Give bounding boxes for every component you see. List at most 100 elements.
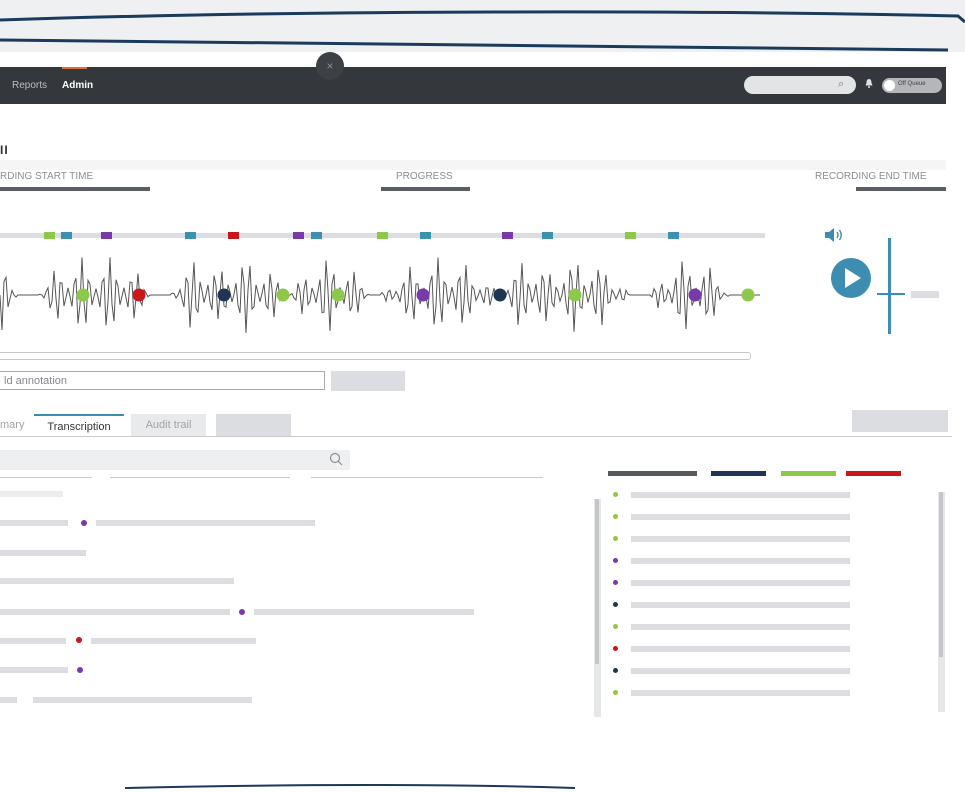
annotation-tag-green[interactable] (44, 232, 55, 239)
toolbar-action-placeholder[interactable] (852, 410, 948, 432)
annotation-list-item[interactable] (631, 668, 850, 674)
annotation-list-item[interactable] (631, 536, 850, 542)
volume-value-placeholder (911, 291, 939, 298)
transcript-column-header (311, 477, 543, 478)
audio-waveform[interactable] (0, 240, 765, 340)
annotation-tag-red[interactable] (228, 232, 239, 239)
annotation-tag-purple[interactable] (293, 232, 304, 239)
transcript-line (33, 697, 252, 703)
waveform-marker-navy[interactable] (493, 288, 507, 302)
legend-swatch[interactable] (846, 471, 901, 476)
waveform-marker-green[interactable] (568, 288, 582, 302)
close-icon[interactable]: × (316, 52, 344, 80)
annotation-list-marker[interactable] (613, 514, 618, 519)
tab-transcription[interactable]: Transcription (34, 414, 124, 436)
transcript-marker[interactable] (77, 667, 83, 673)
waveform-marker-green[interactable] (276, 288, 290, 302)
annotation-tag-green[interactable] (625, 232, 636, 239)
recording-end-label: RECORDING END TIME (815, 171, 927, 182)
transcript-line (254, 609, 474, 615)
recording-start-value-bar (0, 187, 150, 191)
nav-item-reports[interactable]: Reports (12, 80, 47, 91)
annotation-list-item[interactable] (631, 492, 850, 498)
annotation-list-item[interactable] (631, 624, 850, 630)
volume-slider-track[interactable] (888, 238, 891, 334)
active-tab-indicator (62, 67, 87, 69)
transcript-marker[interactable] (239, 609, 245, 615)
annotation-tag-purple[interactable] (101, 232, 112, 239)
annotation-list-item[interactable] (631, 580, 850, 586)
volume-slider-handle[interactable] (877, 293, 905, 295)
transcript-marker[interactable] (81, 520, 87, 526)
bell-icon[interactable] (865, 79, 873, 88)
annotation-tag-teal[interactable] (668, 232, 679, 239)
search-icon[interactable] (329, 452, 343, 466)
progress-label: PROGRESS (396, 171, 453, 182)
header-band (0, 160, 946, 170)
transcript-line (96, 520, 315, 526)
transcript-column-header (110, 477, 290, 478)
annotation-list-item[interactable] (631, 602, 850, 608)
window-frame-curve (0, 10, 965, 52)
tab-audit-trail[interactable]: Audit trail (131, 414, 206, 436)
nav-item-admin[interactable]: Admin (62, 80, 93, 91)
tab-summary[interactable]: mary (0, 414, 30, 436)
annotation-tag-teal[interactable] (61, 232, 72, 239)
annotation-tag-teal[interactable] (542, 232, 553, 239)
transcript-line (0, 638, 66, 644)
add-annotation-button[interactable] (331, 371, 405, 391)
waveform-marker-purple[interactable] (416, 288, 430, 302)
annotation-list-marker[interactable] (613, 690, 618, 695)
annotation-list-item[interactable] (631, 646, 850, 652)
transcript-line (0, 667, 68, 673)
recording-end-value-bar (856, 187, 946, 191)
annotation-list-marker[interactable] (613, 580, 618, 585)
waveform-marker-green[interactable] (76, 288, 90, 302)
playback-scrubber[interactable] (0, 352, 751, 360)
search-icon[interactable]: ⌕ (838, 78, 844, 91)
transcript-line (0, 550, 86, 556)
annotation-tag-teal[interactable] (311, 232, 322, 239)
annotation-list-item[interactable] (631, 514, 850, 520)
transcript-line (0, 697, 17, 703)
annotation-list-marker[interactable] (613, 668, 618, 673)
annotation-tag-teal[interactable] (420, 232, 431, 239)
recording-start-label: RDING START TIME (0, 171, 94, 182)
annotation-list-item[interactable] (631, 690, 850, 696)
annotation-tag-green[interactable] (377, 232, 388, 239)
annotation-list-marker[interactable] (613, 646, 618, 651)
waveform-marker-green[interactable] (741, 288, 755, 302)
transcript-column-header (0, 477, 92, 478)
legend-swatch[interactable] (781, 471, 836, 476)
waveform-path (0, 257, 760, 333)
annotation-tag-purple[interactable] (502, 232, 513, 239)
transcript-line (0, 609, 230, 615)
tab-placeholder[interactable] (216, 414, 291, 436)
waveform-marker-green[interactable] (331, 288, 345, 302)
legend-swatch[interactable] (711, 471, 766, 476)
annotation-list-marker[interactable] (613, 492, 618, 497)
call-title: II (0, 143, 9, 157)
window-bottom-curve (124, 784, 576, 789)
transcript-search-input[interactable] (0, 450, 350, 470)
waveform-marker-navy[interactable] (217, 288, 231, 302)
annotation-tag-teal[interactable] (185, 232, 196, 239)
transcript-line (0, 520, 68, 526)
waveform-marker-purple[interactable] (688, 288, 702, 302)
queue-toggle-knob (884, 80, 895, 91)
speaker-icon[interactable] (825, 228, 845, 242)
annotation-list-item[interactable] (631, 558, 850, 564)
annotation-list-marker[interactable] (613, 558, 618, 563)
play-icon[interactable] (830, 257, 872, 299)
annotation-list-marker[interactable] (613, 624, 618, 629)
waveform-marker-red[interactable] (132, 288, 146, 302)
legend-swatch[interactable] (608, 471, 697, 476)
list-scrollbar-thumb[interactable] (939, 492, 943, 657)
queue-toggle-label: Off Queue (898, 81, 926, 87)
add-annotation-input[interactable]: ld annotation (0, 371, 325, 390)
transcript-line (0, 578, 234, 584)
list-scrollbar-thumb[interactable] (595, 499, 599, 664)
annotation-list-marker[interactable] (613, 602, 618, 607)
annotation-list-marker[interactable] (613, 536, 618, 541)
transcript-marker[interactable] (76, 637, 82, 643)
